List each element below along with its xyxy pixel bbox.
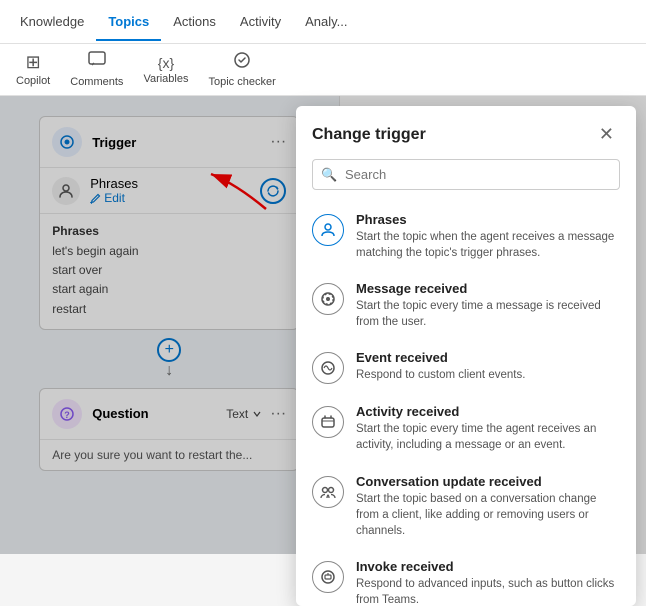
search-icon: 🔍 [321, 167, 337, 183]
invoke-option-title: Invoke received [356, 559, 620, 574]
topic-checker-icon [233, 51, 251, 74]
trigger-option-event[interactable]: Event received Respond to custom client … [304, 340, 628, 394]
trigger-option-phrases[interactable]: Phrases Start the topic when the agent r… [304, 202, 628, 271]
event-option-icon [312, 352, 344, 384]
toolbar-variables[interactable]: {x} Variables [143, 55, 188, 85]
main-area: Trigger ··· Phrases Edit [0, 96, 646, 554]
dialog-overlay: Change trigger ✕ 🔍 Phras [0, 96, 646, 554]
search-input[interactable] [312, 159, 620, 190]
phrases-option-desc: Start the topic when the agent receives … [356, 229, 620, 261]
invoke-option-icon [312, 561, 344, 593]
message-option-desc: Start the topic every time a message is … [356, 298, 620, 330]
change-trigger-dialog: Change trigger ✕ 🔍 Phras [296, 106, 636, 606]
dialog-header: Change trigger ✕ [296, 106, 636, 159]
trigger-option-conversation[interactable]: Conversation update received Start the t… [304, 464, 628, 549]
nav-item-actions[interactable]: Actions [161, 2, 228, 41]
dialog-search-container: 🔍 [312, 159, 620, 190]
trigger-option-message[interactable]: Message received Start the topic every t… [304, 271, 628, 340]
nav-item-activity[interactable]: Activity [228, 2, 293, 41]
trigger-option-activity[interactable]: Activity received Start the topic every … [304, 394, 628, 463]
activity-option-desc: Start the topic every time the agent rec… [356, 421, 620, 453]
nav-item-knowledge[interactable]: Knowledge [8, 2, 96, 41]
dialog-close-button[interactable]: ✕ [593, 122, 620, 147]
activity-option-icon [312, 406, 344, 438]
activity-option-content: Activity received Start the topic every … [356, 404, 620, 453]
phrases-option-content: Phrases Start the topic when the agent r… [356, 212, 620, 261]
dialog-title: Change trigger [312, 126, 426, 144]
top-nav: Knowledge Topics Actions Activity Analy.… [0, 0, 646, 44]
event-option-title: Event received [356, 350, 525, 365]
phrases-option-icon [312, 214, 344, 246]
comments-icon [88, 51, 106, 74]
activity-option-title: Activity received [356, 404, 620, 419]
message-option-content: Message received Start the topic every t… [356, 281, 620, 330]
toolbar: ⊞ Copilot Comments {x} Variables Topic c… [0, 44, 646, 96]
toolbar-topic-checker[interactable]: Topic checker [208, 51, 275, 88]
toolbar-variables-label: Variables [143, 73, 188, 85]
conversation-option-desc: Start the topic based on a conversation … [356, 491, 620, 539]
toolbar-copilot[interactable]: ⊞ Copilot [16, 52, 50, 87]
nav-item-analytics[interactable]: Analy... [293, 2, 359, 41]
nav-item-topics[interactable]: Topics [96, 2, 161, 41]
invoke-option-content: Invoke received Respond to advanced inpu… [356, 559, 620, 606]
copilot-icon: ⊞ [26, 52, 41, 73]
conversation-option-icon [312, 476, 344, 508]
event-option-content: Event received Respond to custom client … [356, 350, 525, 383]
invoke-option-desc: Respond to advanced inputs, such as butt… [356, 576, 620, 606]
conversation-option-title: Conversation update received [356, 474, 620, 489]
variables-icon: {x} [158, 55, 174, 71]
phrases-option-title: Phrases [356, 212, 620, 227]
message-option-icon [312, 283, 344, 315]
toolbar-comments-label: Comments [70, 76, 123, 88]
toolbar-topic-checker-label: Topic checker [208, 76, 275, 88]
toolbar-copilot-label: Copilot [16, 75, 50, 87]
event-option-desc: Respond to custom client events. [356, 367, 525, 383]
conversation-option-content: Conversation update received Start the t… [356, 474, 620, 539]
trigger-options-list: Phrases Start the topic when the agent r… [296, 202, 636, 606]
message-option-title: Message received [356, 281, 620, 296]
toolbar-comments[interactable]: Comments [70, 51, 123, 88]
trigger-option-invoke[interactable]: Invoke received Respond to advanced inpu… [304, 549, 628, 606]
